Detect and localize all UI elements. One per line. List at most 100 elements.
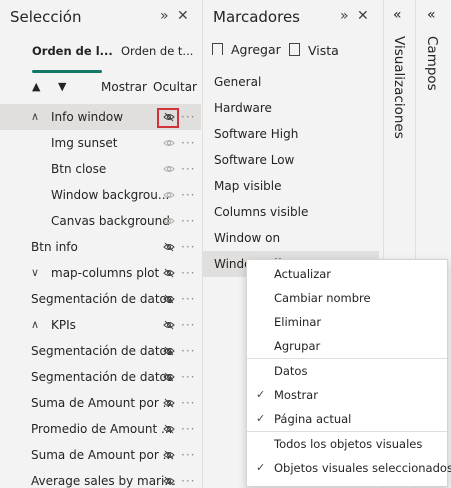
menu-item[interactable]: Cambiar nombre	[247, 286, 447, 310]
view-button[interactable]: Vista	[289, 42, 339, 58]
layer-label: Segmentación de datos	[31, 344, 174, 358]
eye-hidden-icon[interactable]	[163, 345, 175, 357]
layer-row[interactable]: Promedio de Amount ... ···	[0, 416, 201, 442]
eye-icon[interactable]	[163, 215, 175, 227]
more-options-icon[interactable]: ···	[181, 286, 195, 312]
layer-label: Canvas background	[51, 214, 170, 228]
add-bookmark-button[interactable]: Agregar	[212, 42, 281, 57]
eye-hidden-icon[interactable]	[163, 423, 175, 435]
move-down-icon[interactable]: ▼	[58, 80, 66, 93]
layer-label: Btn close	[51, 162, 107, 176]
eye-icon[interactable]	[163, 189, 175, 201]
more-options-icon[interactable]: ···	[181, 338, 195, 364]
bookmark-item[interactable]: Hardware	[203, 95, 379, 121]
more-options-icon[interactable]: ···	[181, 364, 195, 390]
menu-item[interactable]: ✓ Objetos visuales seleccionados	[247, 456, 451, 480]
menu-item-label: Mostrar	[274, 388, 318, 402]
checkmark-icon: ✓	[256, 388, 266, 401]
fields-title: Campos	[424, 36, 440, 91]
menu-separator	[247, 358, 447, 359]
more-options-icon[interactable]: ···	[181, 208, 195, 234]
layer-row[interactable]: Average sales by mari... ···	[0, 468, 201, 488]
layer-row[interactable]: Btn info ···	[0, 234, 201, 260]
eye-icon[interactable]	[163, 137, 175, 149]
collapse-pane-icon[interactable]: »	[160, 8, 171, 24]
menu-item[interactable]: ✓ Mostrar	[247, 383, 447, 407]
layer-row[interactable]: Suma de Amount por ... ···	[0, 390, 201, 416]
more-options-icon[interactable]: ···	[181, 390, 195, 416]
eye-hidden-icon[interactable]	[163, 475, 175, 487]
menu-item[interactable]: ✓ Página actual	[247, 407, 447, 431]
view-icon	[289, 43, 300, 56]
expand-pane-icon[interactable]: «	[393, 7, 402, 23]
layer-row[interactable]: Window backgrou... ···	[0, 182, 201, 208]
layer-label: KPIs	[51, 318, 76, 332]
more-options-icon[interactable]: ···	[181, 156, 195, 182]
layer-row[interactable]: Canvas background ···	[0, 208, 201, 234]
layer-row[interactable]: Img sunset ···	[0, 130, 201, 156]
menu-item[interactable]: Datos	[247, 359, 447, 383]
more-options-icon[interactable]: ···	[181, 130, 195, 156]
eye-hidden-icon[interactable]	[163, 397, 175, 409]
eye-hidden-icon[interactable]	[163, 267, 175, 279]
bookmark-item[interactable]: General	[203, 69, 379, 95]
close-icon[interactable]: ✕	[357, 8, 371, 24]
layer-row[interactable]: Btn close ···	[0, 156, 201, 182]
layer-row[interactable]: Segmentación de datos ···	[0, 364, 201, 390]
eye-hidden-icon[interactable]	[163, 371, 175, 383]
layer-label: Segmentación de datos	[31, 292, 174, 306]
tab-layer-order[interactable]: Orden de l...	[32, 44, 113, 58]
layer-label: Img sunset	[51, 136, 118, 150]
eye-icon[interactable]	[163, 163, 175, 175]
more-options-icon[interactable]: ···	[181, 468, 195, 488]
more-options-icon[interactable]: ···	[181, 104, 195, 130]
tab-tab-order[interactable]: Orden de t...	[121, 44, 193, 58]
menu-item[interactable]: Agrupar	[247, 334, 447, 358]
visualizations-title: Visualizaciones	[391, 36, 407, 139]
more-options-icon[interactable]: ···	[181, 260, 195, 286]
layer-row[interactable]: Segmentación de datos ···	[0, 338, 201, 364]
chevron-up-icon[interactable]: ∧	[31, 104, 39, 130]
bookmark-item[interactable]: Software High	[203, 121, 379, 147]
menu-item-label: Página actual	[274, 412, 352, 426]
menu-item-label: Cambiar nombre	[274, 291, 371, 305]
move-up-icon[interactable]: ▲	[32, 80, 40, 93]
menu-item[interactable]: Eliminar	[247, 310, 447, 334]
layer-label: map-columns plot	[51, 266, 160, 280]
menu-item-label: Objetos visuales seleccionados	[274, 461, 451, 475]
more-options-icon[interactable]: ···	[181, 442, 195, 468]
eye-hidden-icon[interactable]	[163, 293, 175, 305]
more-options-icon[interactable]: ···	[181, 416, 195, 442]
chevron-up-icon[interactable]: ∧	[31, 312, 39, 338]
bookmark-item[interactable]: Map visible	[203, 173, 379, 199]
expand-pane-icon[interactable]: «	[427, 7, 436, 23]
layer-row[interactable]: Suma de Amount por ... ···	[0, 442, 201, 468]
close-icon[interactable]: ✕	[177, 8, 191, 24]
active-tab-indicator	[32, 70, 102, 73]
context-menu: Actualizar Cambiar nombre Eliminar Agrupar D…	[246, 259, 451, 487]
more-options-icon[interactable]: ···	[181, 234, 195, 260]
bookmark-item[interactable]: Window on	[203, 225, 379, 251]
add-label: Agregar	[230, 42, 281, 57]
more-options-icon[interactable]: ···	[181, 312, 195, 338]
hide-all-button[interactable]: Ocultar	[153, 80, 197, 94]
bookmark-item[interactable]: Software Low	[203, 147, 379, 173]
eye-hidden-icon[interactable]	[163, 241, 175, 253]
menu-item-label: Eliminar	[274, 315, 322, 329]
chevron-down-icon[interactable]: ∨	[31, 260, 39, 286]
menu-separator	[247, 431, 447, 432]
more-options-icon[interactable]: ···	[181, 182, 195, 208]
bookmark-item[interactable]: Columns visible	[203, 199, 379, 225]
eye-hidden-icon[interactable]	[163, 319, 175, 331]
view-label: Vista	[307, 43, 339, 58]
collapse-pane-icon[interactable]: »	[340, 8, 351, 24]
eye-hidden-icon[interactable]	[163, 449, 175, 461]
menu-item[interactable]: Actualizar	[247, 262, 447, 286]
layer-row[interactable]: Segmentación de datos ···	[0, 286, 201, 312]
layer-label: Average sales by mari...	[31, 474, 176, 488]
menu-item[interactable]: Todos los objetos visuales	[247, 432, 447, 456]
layer-row[interactable]: ∧ KPIs ···	[0, 312, 201, 338]
layer-row[interactable]: ∨ map-columns plot ···	[0, 260, 201, 286]
show-all-button[interactable]: Mostrar	[101, 80, 147, 94]
layer-label: Info window	[51, 110, 124, 124]
